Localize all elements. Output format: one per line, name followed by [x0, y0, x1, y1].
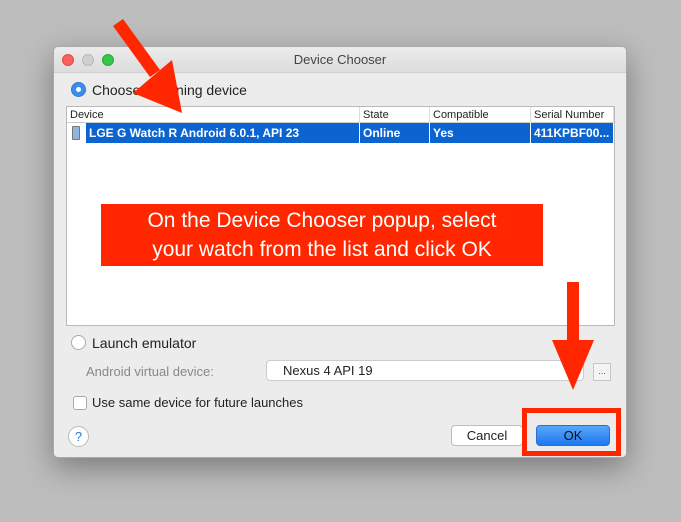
arrow-to-ok-icon	[552, 282, 594, 390]
arrow-to-device-icon	[113, 19, 182, 113]
annotation-arrows	[113, 19, 594, 390]
